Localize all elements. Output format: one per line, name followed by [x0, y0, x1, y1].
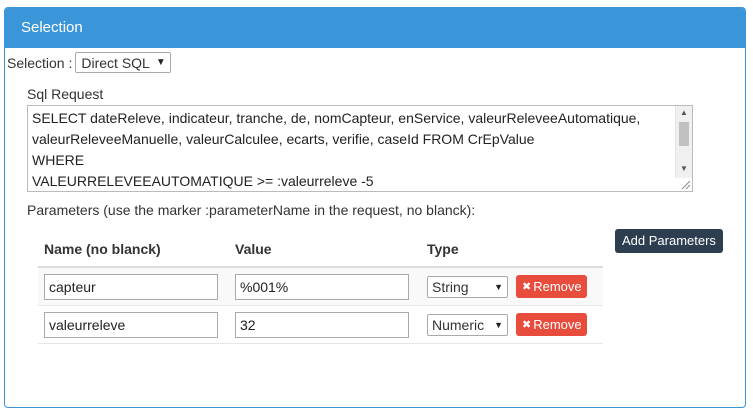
param-type-value: Numeric [432, 316, 485, 333]
close-icon: ✖ [522, 319, 532, 331]
param-type-select[interactable]: String ▼ [427, 275, 508, 298]
remove-button[interactable]: ✖ Remove [516, 275, 587, 298]
selection-dropdown-value: Direct SQL [81, 54, 150, 71]
param-name-input[interactable]: valeurreleve [44, 311, 218, 338]
table-row: capteur %001% String ▼ ✖ Remove [38, 268, 603, 306]
scroll-up-icon[interactable]: ▲ [676, 106, 692, 120]
param-type-value: String [432, 278, 469, 295]
sql-request-label: Sql Request [27, 86, 104, 102]
scroll-down-icon[interactable]: ▼ [676, 162, 692, 176]
chevron-down-icon: ▼ [494, 281, 503, 292]
sql-scrollbar[interactable]: ▲ ▼ [675, 106, 692, 178]
scroll-thumb[interactable] [679, 122, 689, 146]
selection-panel: Selection Selection : Direct SQL ▼ Sql R… [4, 7, 746, 408]
param-value-input[interactable]: 32 [235, 311, 409, 338]
table-header: Name (no blanck) Value Type [38, 232, 603, 268]
resize-grip-icon[interactable] [679, 178, 691, 190]
param-name-input[interactable]: capteur [44, 273, 218, 300]
sql-request-text: SELECT dateReleve, indicateur, tranche, … [32, 110, 641, 189]
remove-label: Remove [533, 279, 582, 294]
panel-title: Selection [5, 8, 745, 48]
header-value: Value [235, 241, 272, 257]
table-row: valeurreleve 32 Numeric ▼ ✖ Remove [38, 306, 603, 344]
remove-button[interactable]: ✖ Remove [516, 313, 587, 336]
sql-request-textarea[interactable]: SELECT dateReleve, indicateur, tranche, … [27, 105, 693, 192]
parameters-table: Name (no blanck) Value Type capteur %001… [38, 232, 603, 344]
remove-label: Remove [533, 317, 582, 332]
header-type: Type [427, 241, 459, 257]
selection-row: Selection : Direct SQL ▼ [7, 52, 171, 73]
selection-dropdown[interactable]: Direct SQL ▼ [75, 52, 171, 73]
header-name: Name (no blanck) [44, 241, 161, 257]
close-icon: ✖ [522, 281, 532, 293]
add-parameters-button[interactable]: Add Parameters [615, 229, 723, 253]
param-type-select[interactable]: Numeric ▼ [427, 313, 508, 336]
chevron-down-icon: ▼ [494, 319, 503, 330]
parameters-label: Parameters (use the marker :parameterNam… [27, 202, 476, 218]
chevron-down-icon: ▼ [155, 57, 166, 68]
selection-label: Selection : [7, 54, 73, 71]
param-value-input[interactable]: %001% [235, 273, 409, 300]
